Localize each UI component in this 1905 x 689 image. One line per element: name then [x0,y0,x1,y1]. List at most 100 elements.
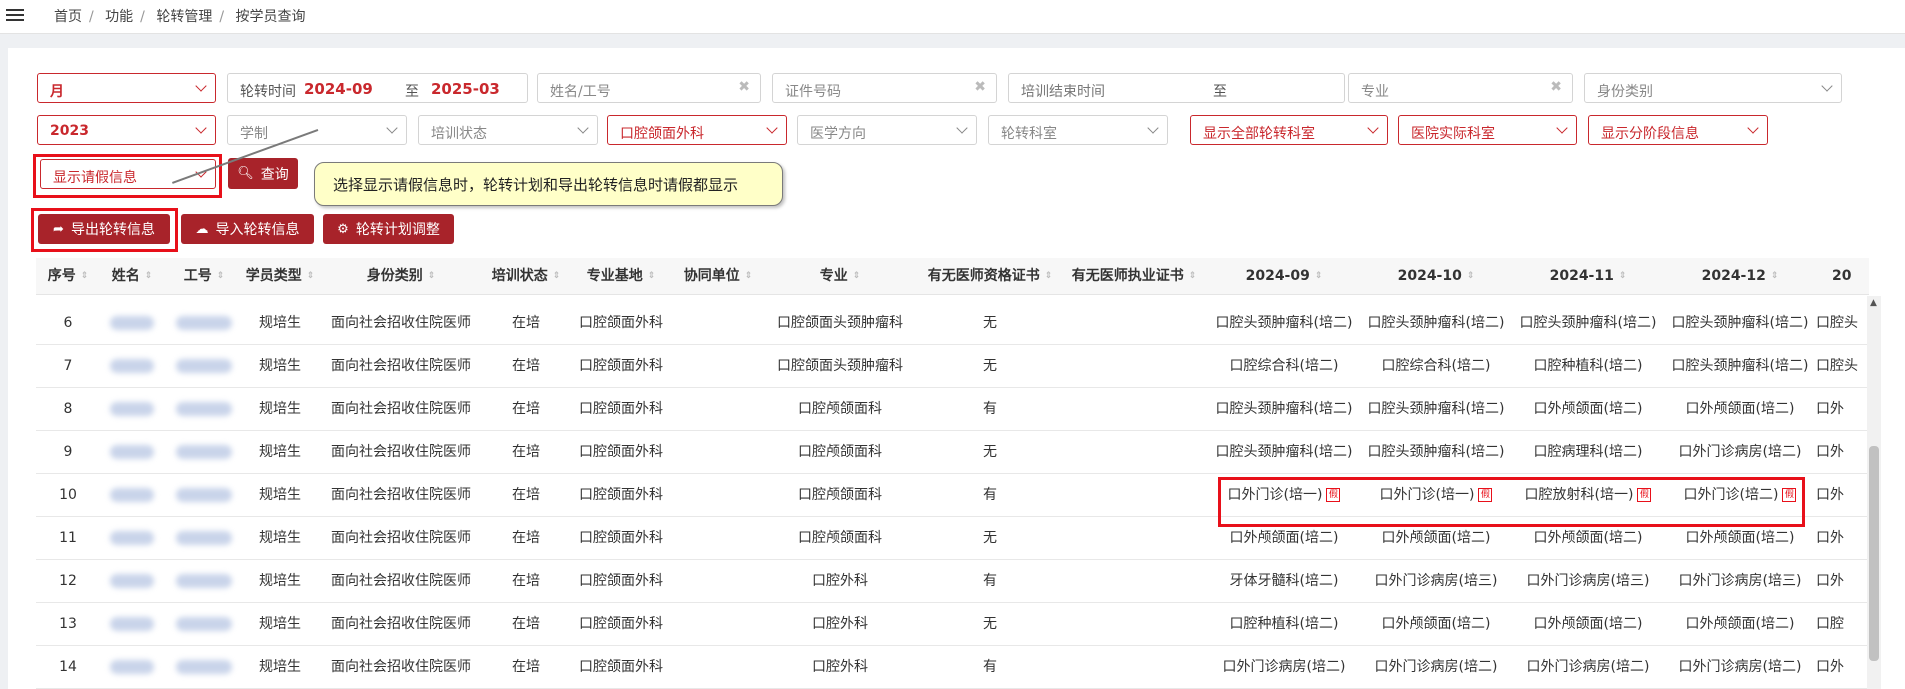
chevron-down-icon [1556,122,1568,134]
cell-qual: 无 [983,358,997,374]
table-row[interactable]: 8 规培生 面向社会招收住院医师 在培 口腔颌面外科 口腔颅颌面科 有 口腔头颈肿瘤科(培二)… [36,388,1872,431]
training-status-select[interactable]: 培训状态 [418,115,598,145]
cell-m4: 口外门诊病房(培三) [1678,573,1802,589]
sort-icon: ⇕ [1770,270,1779,281]
cell-identity: 面向社会招收住院医师 [331,358,471,374]
base-value: 口腔颌面外科 [620,126,704,142]
breadcrumb-home[interactable]: 首页 [54,9,82,25]
cell-major: 口腔颅颌面科 [798,401,882,417]
clear-icon[interactable]: ✖ [974,79,986,95]
cell-major: 口腔外科 [812,659,868,675]
name-id-input[interactable]: 姓名/工号 ✖ [537,73,761,103]
hospital-dept-select[interactable]: 医院实际科室 [1398,115,1577,145]
rotation-to-value[interactable]: 2025-03 [431,80,500,98]
base-select[interactable]: 口腔颌面外科 [607,115,787,145]
col-header-major[interactable]: 专业 ⇕ [760,258,920,294]
cell-m5: 口外 [1816,530,1844,546]
cert-number-input[interactable]: 证件号码 ✖ [772,73,997,103]
sort-icon: ⇕ [1044,270,1053,281]
col-header-id[interactable]: 工号 ⇕ [164,258,244,294]
query-button[interactable]: 🔍︎ 查询 [228,158,298,189]
col-header-month-2[interactable]: 2024-10 ⇕ [1360,258,1512,294]
sort-icon: ⇕ [80,270,89,281]
practice-cert-cell [1060,345,1208,388]
table-row[interactable]: 7 规培生 面向社会招收住院医师 在培 口腔颌面外科 口腔颌面头颈肿瘤科 无 口腔综合科(培二… [36,345,1872,388]
chevron-down-icon [195,80,207,92]
col-header-partner[interactable]: 协同单位 ⇕ [676,258,760,294]
col-header-type[interactable]: 学员类型 ⇕ [244,258,316,294]
partner-cell [676,646,760,689]
dept-select[interactable]: 轮转科室 [988,115,1168,145]
breadcrumb-rotation-management[interactable]: 轮转管理 [156,9,212,25]
import-rotation-button[interactable]: ☁ 导入轮转信息 [181,214,314,244]
clear-icon[interactable]: ✖ [738,79,750,95]
col-header-qualification[interactable]: 有无医师资格证书 ⇕ [920,258,1060,294]
period-value: 月 [50,84,64,100]
table-scrollbar[interactable]: ▲ [1867,296,1881,689]
period-select[interactable]: 月 [37,73,216,103]
clear-icon[interactable]: ✖ [1550,79,1562,95]
cell-type: 规培生 [259,530,301,546]
name-cell-redacted [100,646,164,689]
col-header-month-3[interactable]: 2024-11 ⇕ [1512,258,1664,294]
col-header-no[interactable]: 序号 ⇕ [36,258,100,294]
cell-type: 规培生 [259,315,301,331]
col-header-identity[interactable]: 身份类别 ⇕ [316,258,486,294]
scrollbar-thumb[interactable] [1869,446,1879,661]
cell-m3: 口腔病理科(培二) [1533,444,1643,460]
cell-base: 口腔颌面外科 [579,401,663,417]
rotation-time-range[interactable]: 轮转时间 2024-09 至 2025-03 [227,73,528,103]
show-stage-select[interactable]: 显示分阶段信息 [1588,115,1768,145]
cell-m3: 口腔头颈肿瘤科(培二) [1519,315,1657,331]
sort-icon: ⇕ [144,270,153,281]
cell-type: 规培生 [259,401,301,417]
col-header-month-5[interactable]: 20 [1816,258,1885,294]
menu-icon[interactable] [6,6,24,24]
training-status-placeholder: 培训状态 [431,126,487,142]
cell-no: 9 [63,444,73,460]
col-header-name[interactable]: 姓名 ⇕ [100,258,164,294]
cell-m5: 口外 [1816,573,1844,589]
show-all-dept-value: 显示全部轮转科室 [1203,126,1315,142]
table-row[interactable]: 9 规培生 面向社会招收住院医师 在培 口腔颌面外科 口腔颅颌面科 无 口腔头颈肿瘤科(培二)… [36,431,1872,474]
practice-cert-cell [1060,388,1208,431]
name-cell-redacted [100,560,164,603]
adjust-plan-button[interactable]: ⚙ 轮转计划调整 [323,214,454,244]
cell-m2: 口腔头颈肿瘤科(培二) [1367,444,1505,460]
col-header-status[interactable]: 培训状态 ⇕ [486,258,566,294]
year-select[interactable]: 2023 [37,115,216,145]
cell-m3: 口外门诊病房(培二) [1526,659,1650,675]
col-header-month-1[interactable]: 2024-09 ⇕ [1208,258,1360,294]
table-row[interactable]: 13 规培生 面向社会招收住院医师 在培 口腔颌面外科 口腔外科 无 口腔种植科(培二) 口外颅… [36,603,1872,646]
major-input[interactable]: 专业 ✖ [1348,73,1573,103]
col-header-month-4[interactable]: 2024-12 ⇕ [1664,258,1816,294]
partner-cell [676,388,760,431]
table-row[interactable]: 6 规培生 面向社会招收住院医师 在培 口腔颌面外科 口腔颌面头颈肿瘤科 无 口腔头颈肿瘤科(… [36,302,1872,345]
cell-base: 口腔颌面外科 [579,315,663,331]
id-cell-redacted [164,474,244,517]
name-cell-redacted [100,388,164,431]
cell-status: 在培 [512,573,540,589]
practice-cert-cell [1060,560,1208,603]
col-header-practice[interactable]: 有无医师执业证书 ⇕ [1060,258,1208,294]
major-placeholder: 专业 [1361,84,1389,100]
training-end-time-range[interactable]: 培训结束时间 至 [1008,73,1345,103]
partner-cell [676,345,760,388]
identity-select[interactable]: 身份类别 [1584,73,1842,103]
table-row[interactable]: 12 规培生 面向社会招收住院医师 在培 口腔颌面外科 口腔外科 有 牙体牙髓科(培二) 口外门… [36,560,1872,603]
rotation-from-value[interactable]: 2024-09 [304,80,373,98]
cell-m4: 口外颅颌面(培二) [1685,616,1795,632]
scroll-up-icon[interactable]: ▲ [1870,298,1877,308]
sort-icon: ⇕ [1188,270,1197,281]
partner-cell [676,560,760,603]
col-header-base[interactable]: 专业基地 ⇕ [566,258,676,294]
identity-placeholder: 身份类别 [1597,84,1653,100]
practice-cert-cell [1060,517,1208,560]
training-end-time-label: 培训结束时间 [1021,84,1105,100]
table-row[interactable]: 14 规培生 面向社会招收住院医师 在培 口腔颌面外科 口腔外科 有 口外门诊病房(培二) 口外… [36,646,1872,689]
show-all-dept-select[interactable]: 显示全部轮转科室 [1190,115,1388,145]
cell-m4: 口腔头颈肿瘤科(培二) [1671,315,1809,331]
direction-select[interactable]: 医学方向 [797,115,977,145]
school-system-placeholder: 学制 [240,126,268,142]
breadcrumb-function[interactable]: 功能 [105,9,133,25]
